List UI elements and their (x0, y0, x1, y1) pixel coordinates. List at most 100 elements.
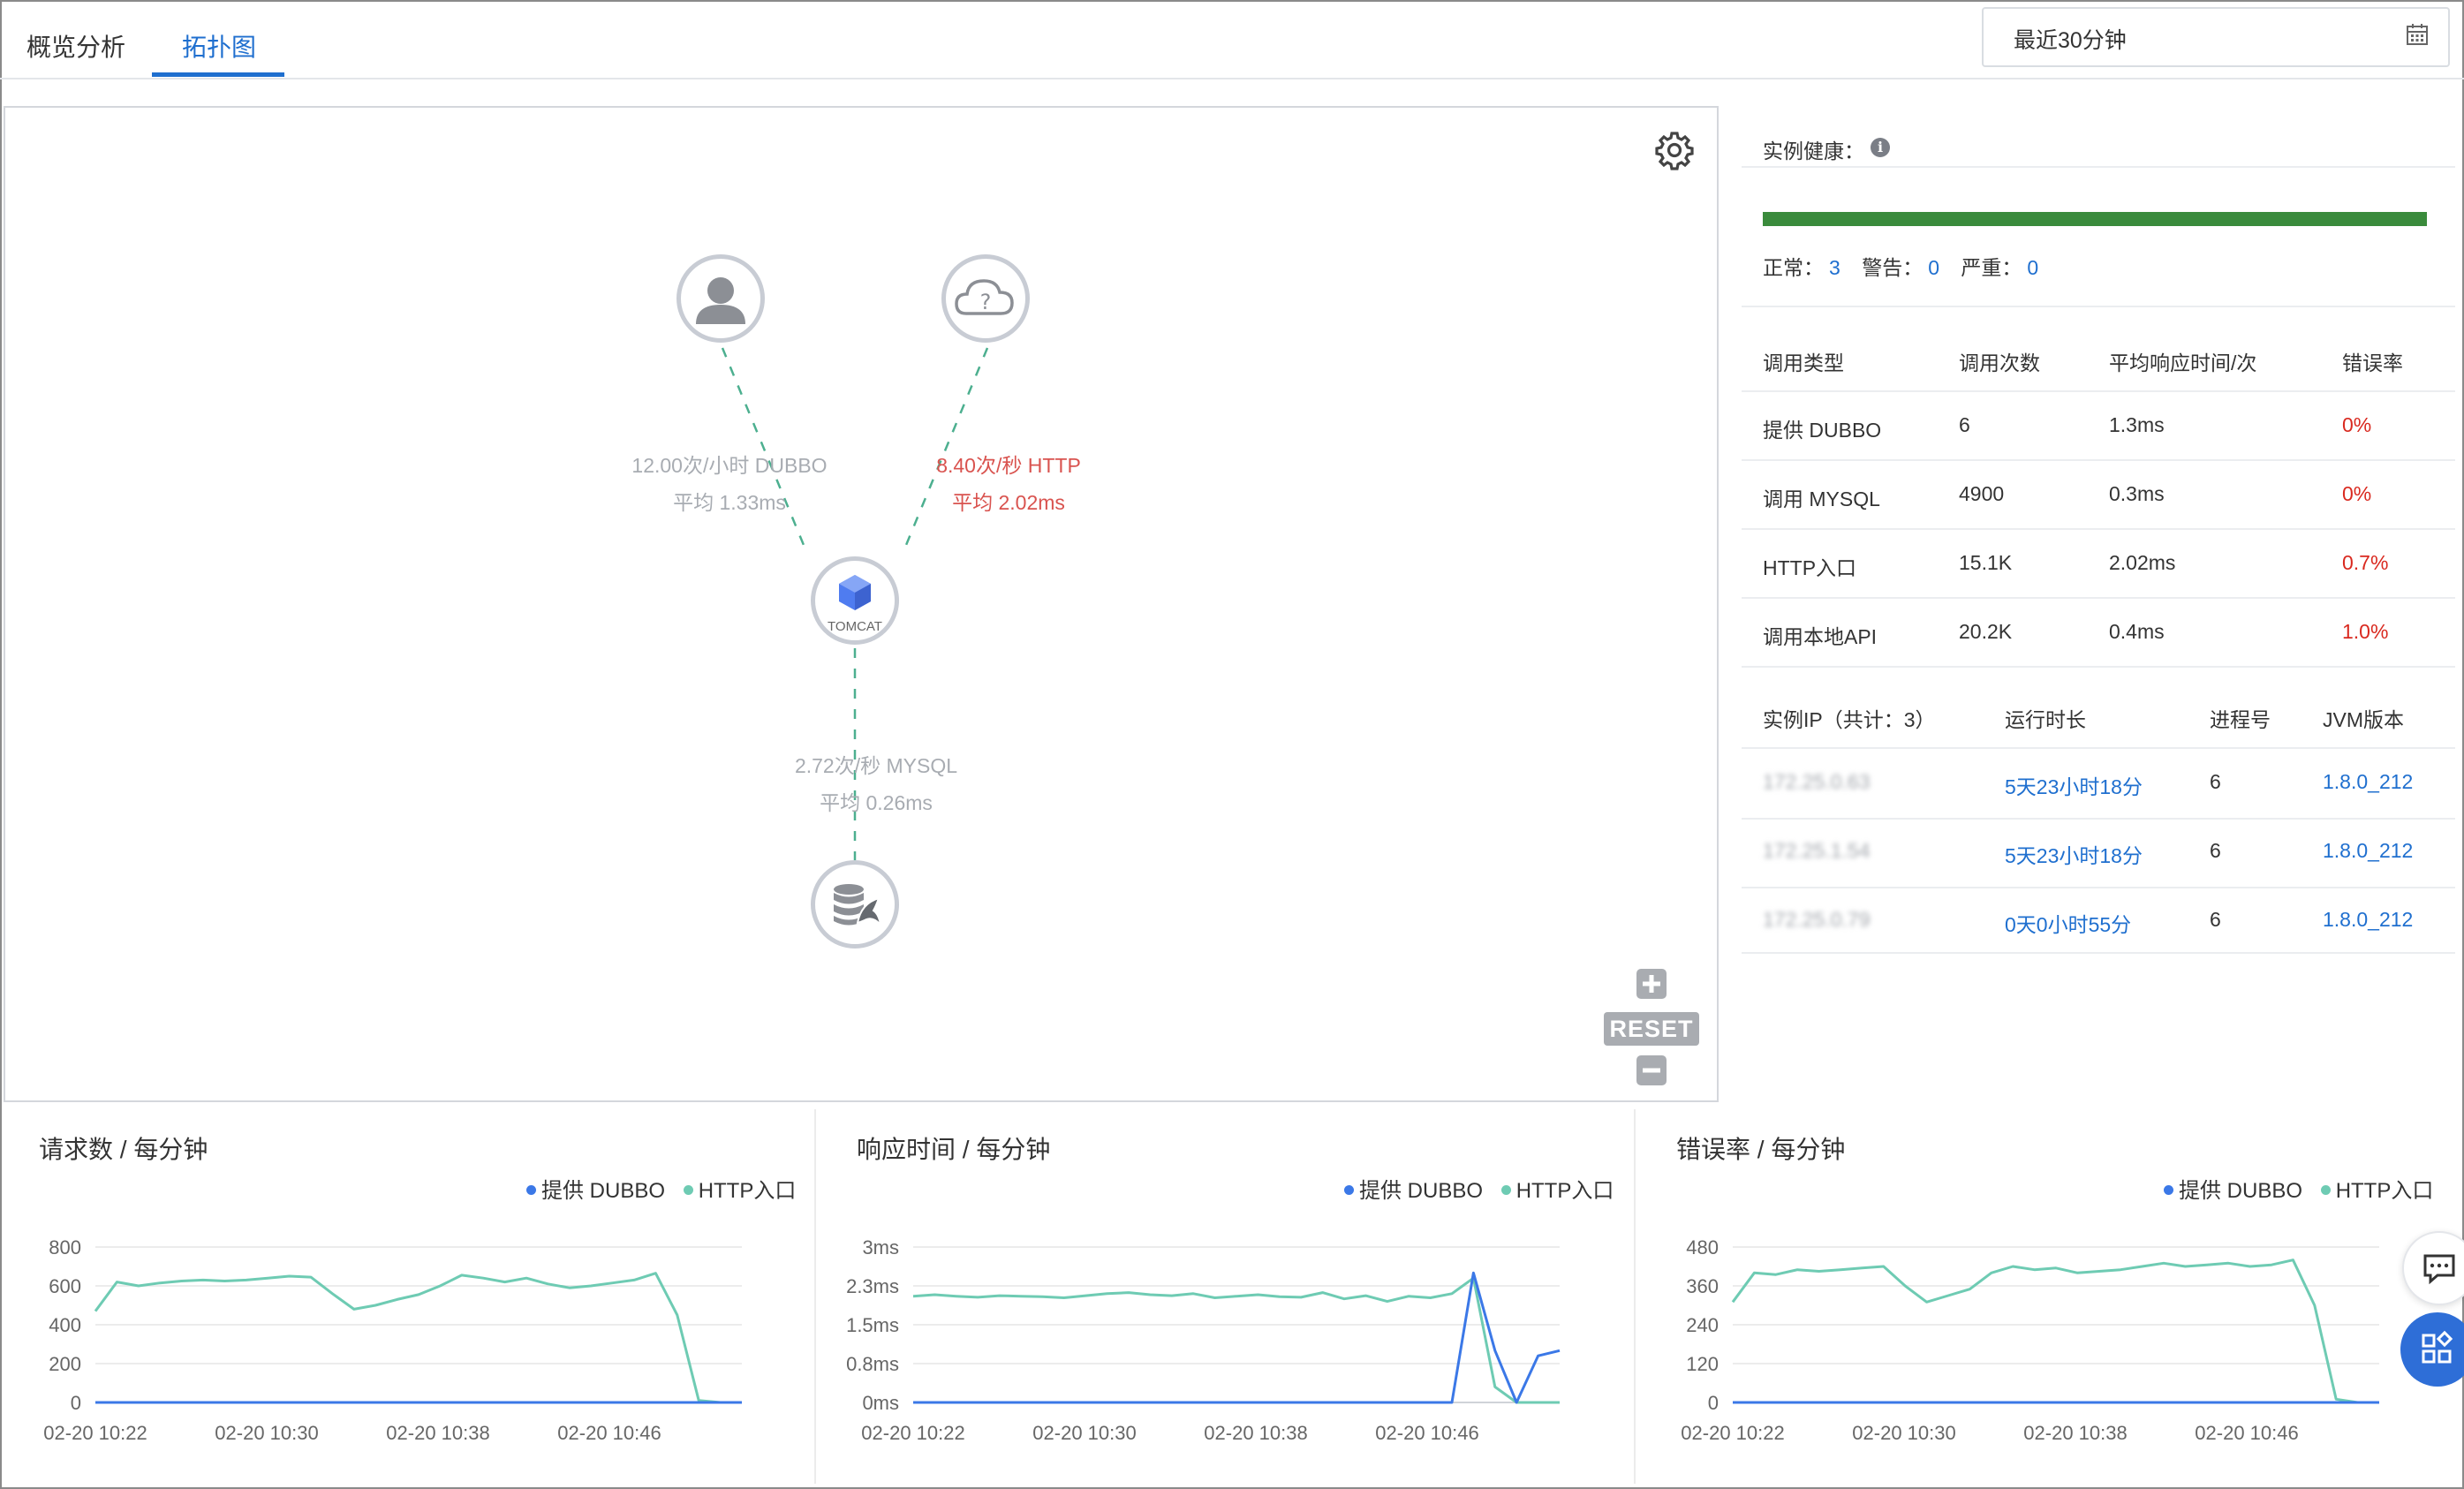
y-tick-label: 120 (1686, 1353, 1719, 1375)
series-line (1731, 1258, 2379, 1404)
x-tick-label: 02-20 10:38 (1204, 1422, 1307, 1444)
divider (1742, 390, 2455, 392)
y-tick-label: 0ms (862, 1392, 899, 1414)
edge-label-mysql: 2.72次/秒 MYSQL 平均 0.26ms (770, 747, 982, 821)
call-count-header: 调用次数 (1959, 351, 2040, 374)
reset-button[interactable]: RESET (1604, 1012, 1699, 1046)
divider (1742, 887, 2455, 888)
critical-label: 严重： (1961, 256, 2022, 279)
instance-uptime-link[interactable]: 5天23小时18分 (2005, 839, 2143, 869)
instance-jvm-link[interactable]: 1.8.0_212 (2323, 908, 2413, 932)
x-tick-label: 02-20 10:22 (43, 1422, 147, 1444)
calendar-icon (2407, 24, 2428, 45)
chart-response-time: 响应时间 / 每分钟 提供 DUBBO HTTP入口 0ms 0.8ms 1.5ms… (818, 1109, 1630, 1484)
instance-ip: 172.25.0.79 (1763, 908, 1871, 931)
y-tick-label: 0.8ms (846, 1353, 899, 1375)
call-row-count: 4900 (1959, 482, 2005, 505)
call-row-avg: 0.3ms (2109, 482, 2165, 505)
instance-ip: 172.25.0.63 (1763, 770, 1871, 793)
node-external-http[interactable]: ? (941, 254, 1030, 343)
instance-uptime-link[interactable]: 5天23小时18分 (2005, 770, 2143, 800)
x-tick-label: 02-20 10:30 (1032, 1422, 1136, 1444)
zoom-in-icon[interactable] (1636, 968, 1667, 1000)
instance-pid: 6 (2210, 908, 2221, 931)
instance-jvm-link[interactable]: 1.8.0_212 (2323, 770, 2413, 794)
avg-response-header: 平均响应时间/次 (2109, 351, 2257, 374)
divider (1742, 666, 2455, 668)
call-row-type: 提供 DUBBO (1763, 419, 1882, 442)
chat-button[interactable] (2402, 1231, 2464, 1305)
series-line (913, 1271, 1561, 1404)
pid-header: 进程号 (2210, 708, 2271, 731)
zoom-out-icon[interactable] (1636, 1054, 1667, 1086)
edge-dubbo-avg: 平均 1.33ms (673, 491, 786, 514)
call-row-error: 0% (2342, 482, 2372, 505)
call-type-header: 调用类型 (1763, 351, 1844, 374)
x-tick-label: 02-20 10:46 (557, 1422, 661, 1444)
divider (1742, 952, 2455, 954)
y-tick-label: 600 (49, 1275, 81, 1297)
jvm-version-header: JVM版本 (2323, 708, 2404, 731)
apps-button[interactable] (2400, 1312, 2464, 1387)
y-tick-label: 1.5ms (846, 1314, 899, 1336)
chart-plot: 0ms 0.8ms 1.5ms 2.3ms 3ms 02-20 10:22 02-20 10… (846, 1236, 1561, 1444)
x-tick-label: 02-20 10:46 (1375, 1422, 1478, 1444)
call-row-avg: 1.3ms (2109, 413, 2165, 436)
instance-jvm-link[interactable]: 1.8.0_212 (2323, 839, 2413, 863)
cloud-question-icon: ? (955, 279, 1014, 315)
series-line (94, 1272, 742, 1404)
call-row-count: 20.2K (1959, 620, 2013, 643)
warning-label: 警告： (1862, 256, 1924, 279)
edge-mysql-rate: 2.72次/秒 MYSQL (794, 754, 958, 777)
x-tick-label: 02-20 10:46 (2195, 1422, 2298, 1444)
tab-bar: 概览分析 拓扑图 最近30分钟 (0, 0, 2464, 79)
y-tick-label: 0 (1708, 1392, 1719, 1414)
node-user[interactable] (676, 254, 765, 343)
x-tick-label: 02-20 10:30 (1852, 1422, 1955, 1444)
x-tick-label: 02-20 10:22 (1681, 1422, 1784, 1444)
normal-label: 正常： (1763, 256, 1824, 279)
info-icon[interactable]: i (1871, 138, 1890, 157)
instance-uptime-link[interactable]: 0天0小时55分 (2005, 908, 2131, 938)
node-mysql[interactable] (811, 860, 899, 949)
chart-requests: 请求数 / 每分钟 提供 DUBBO HTTP入口 0 200 400 600 800 0… (0, 1109, 813, 1484)
svg-text:?: ? (980, 290, 992, 314)
divider (1742, 166, 2455, 168)
normal-count: 3 (1829, 256, 1840, 279)
edge-label-dubbo: 12.00次/小时 DUBBO 平均 1.33ms (624, 447, 835, 521)
instance-ip-header: 实例IP（共计：3） (1763, 708, 1936, 731)
user-icon (696, 277, 745, 324)
time-range-picker[interactable]: 最近30分钟 (1982, 7, 2450, 67)
chart-plot: 0 200 400 600 800 02-20 10:22 02-20 10:30 02-20… (43, 1236, 742, 1444)
call-row-error: 0% (2342, 413, 2372, 436)
instance-panel: 实例健康： i 正常： 3 警告： 0 严重： 0 调用类型 调用次数 平均响应时间/… (1742, 106, 2455, 954)
tab-overview[interactable]: 概览分析 (26, 28, 125, 64)
active-tab-indicator (152, 72, 284, 77)
health-bar (1763, 212, 2427, 226)
x-tick-label: 02-20 10:38 (386, 1422, 489, 1444)
call-row-avg: 0.4ms (2109, 620, 2165, 643)
chart-error-rate: 错误率 / 每分钟 提供 DUBBO HTTP入口 0 120 240 360 480 0… (1637, 1109, 2450, 1484)
y-tick-label: 240 (1686, 1314, 1719, 1336)
call-row-count: 6 (1959, 413, 1970, 436)
x-tick-label: 02-20 10:38 (2023, 1422, 2127, 1444)
call-row-error: 1.0% (2342, 620, 2389, 643)
tomcat-label: TOMCAT (828, 619, 882, 634)
health-title: 实例健康： (1763, 140, 1864, 163)
uptime-header: 运行时长 (2005, 708, 2086, 731)
divider (1742, 747, 2455, 749)
node-tomcat[interactable]: TOMCAT (811, 556, 899, 645)
chart-separator (814, 1109, 816, 1484)
edge-http-rate: 8.40次/秒 HTTP (936, 454, 1081, 477)
critical-count: 0 (2027, 256, 2039, 279)
instance-pid: 6 (2210, 770, 2221, 793)
y-tick-label: 360 (1686, 1275, 1719, 1297)
y-tick-label: 200 (49, 1353, 81, 1375)
call-row-type: HTTP入口 (1763, 556, 1857, 579)
y-tick-label: 480 (1686, 1236, 1719, 1258)
edge-http-avg: 平均 2.02ms (952, 491, 1065, 514)
y-tick-label: 3ms (862, 1236, 899, 1258)
chat-icon (2423, 1254, 2455, 1285)
instance-pid: 6 (2210, 839, 2221, 862)
tab-topology[interactable]: 拓扑图 (182, 28, 256, 64)
